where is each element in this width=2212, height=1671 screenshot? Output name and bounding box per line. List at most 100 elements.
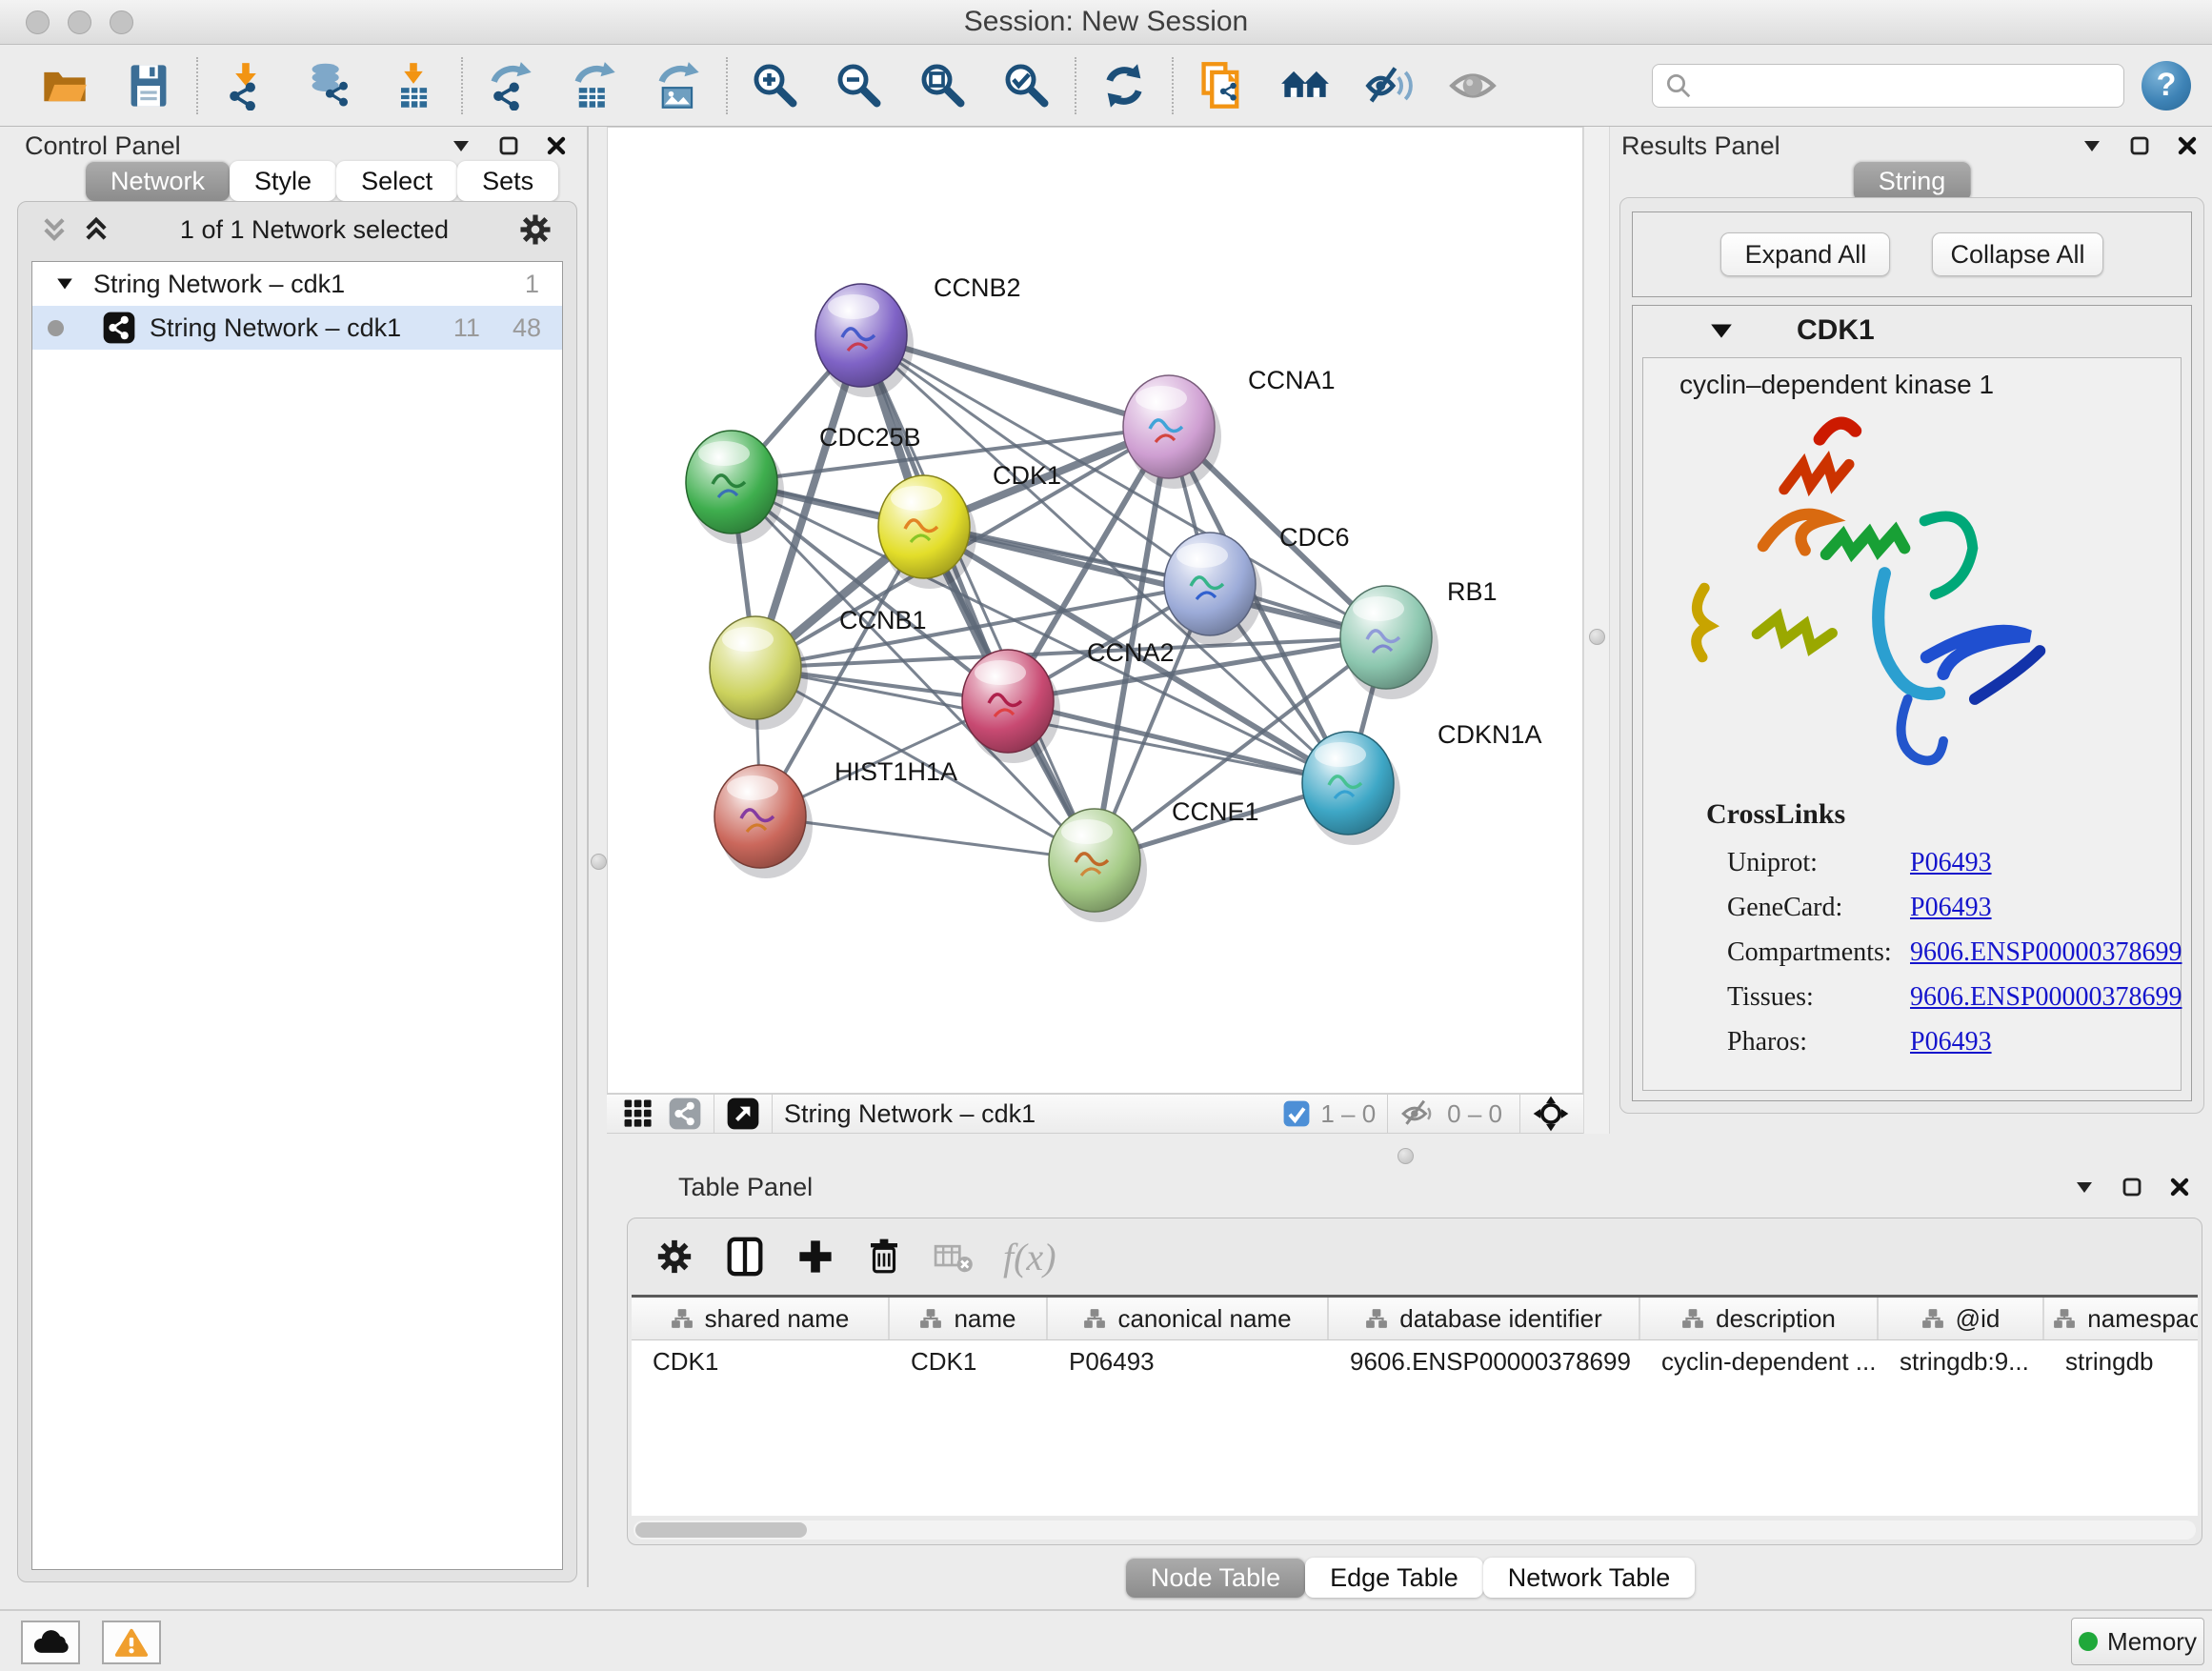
network-collection-row[interactable]: String Network – cdk1 1 — [32, 262, 562, 306]
table-cell[interactable]: cyclin-dependent ... — [1640, 1340, 1879, 1382]
float-panel-icon[interactable] — [2121, 1176, 2143, 1198]
table-cell[interactable]: 9606.ENSP00000378699 — [1329, 1340, 1640, 1382]
network-manager-box: 1 of 1 Network selected String Network –… — [17, 201, 577, 1582]
tree-expand-caret-icon[interactable] — [55, 276, 74, 292]
tab-edge-table[interactable]: Edge Table — [1305, 1558, 1483, 1598]
column-header-name[interactable]: name — [890, 1298, 1048, 1339]
collapse-caret-icon[interactable] — [2081, 134, 2103, 157]
gear-icon[interactable] — [517, 211, 553, 248]
column-header-sharedname[interactable]: shared name — [632, 1298, 890, 1339]
vertical-splitter[interactable] — [1583, 127, 1610, 1134]
warning-button[interactable] — [102, 1621, 161, 1664]
tab-node-table[interactable]: Node Table — [1126, 1558, 1305, 1598]
collapse-all-chevrons-icon[interactable] — [39, 214, 70, 245]
share-view-icon[interactable] — [668, 1097, 702, 1131]
tab-style[interactable]: Style — [230, 161, 336, 201]
tab-sets[interactable]: Sets — [457, 161, 558, 201]
table-hscrollbar-thumb[interactable] — [635, 1522, 807, 1538]
open-session-button[interactable] — [23, 51, 107, 120]
hide-graphics-details-button[interactable] — [1347, 51, 1431, 120]
close-panel-icon[interactable] — [2176, 134, 2199, 157]
export-image-button[interactable] — [636, 51, 720, 120]
collapse-all-button[interactable]: Collapse All — [1932, 232, 2102, 276]
clone-network-button[interactable] — [1179, 51, 1263, 120]
crosslink-link[interactable]: P06493 — [1910, 893, 1992, 923]
export-network-button[interactable] — [469, 51, 553, 120]
show-graphics-details-button[interactable] — [1431, 51, 1515, 120]
column-header-namespace[interactable]: namespace — [2044, 1298, 2198, 1339]
control-panel-tabs: NetworkStyleSelectSets — [86, 161, 558, 201]
collapse-caret-icon[interactable] — [2073, 1176, 2096, 1198]
grid-view-icon[interactable] — [622, 1097, 654, 1130]
table-row[interactable]: CDK1CDK1P064939606.ENSP00000378699cyclin… — [632, 1340, 2198, 1382]
save-session-button[interactable] — [107, 51, 191, 120]
node-CDKN1A[interactable]: CDKN1A — [1302, 720, 1542, 845]
node-HIST1H1A[interactable]: HIST1H1A — [714, 757, 957, 878]
zoom-fit-button[interactable] — [901, 51, 985, 120]
import-network-button[interactable] — [204, 51, 288, 120]
help-button[interactable]: ? — [2142, 61, 2191, 111]
zoom-selected-button[interactable] — [985, 51, 1069, 120]
zoom-out-button[interactable] — [817, 51, 901, 120]
string-network-graph[interactable]: CCNB2 CCNA1 CDC25B CDK1 CDC6 RB1 CCNB1 C… — [608, 128, 1582, 1093]
tab-select[interactable]: Select — [336, 161, 457, 201]
table-cell[interactable]: CDK1 — [890, 1340, 1048, 1382]
open-external-icon[interactable] — [726, 1097, 760, 1131]
crosslink-link[interactable]: P06493 — [1910, 848, 1992, 878]
tab-network-table[interactable]: Network Table — [1483, 1558, 1696, 1598]
hidden-eye-icon[interactable] — [1399, 1097, 1438, 1130]
import-table-button[interactable] — [372, 51, 455, 120]
import-network-database-button[interactable] — [288, 51, 372, 120]
node-table[interactable]: shared namenamecanonical namedatabase id… — [632, 1295, 2198, 1516]
search-input[interactable] — [1693, 66, 2123, 106]
table-cell[interactable]: stringdb — [2044, 1340, 2198, 1382]
expand-all-button[interactable]: Expand All — [1720, 232, 1890, 276]
cloud-button[interactable] — [21, 1621, 80, 1664]
tab-network[interactable]: Network — [86, 161, 230, 201]
crosslink-link[interactable]: 9606.ENSP00000378699 — [1910, 982, 2182, 1013]
table-cell[interactable]: CDK1 — [632, 1340, 890, 1382]
show-columns-icon[interactable] — [723, 1235, 767, 1278]
expand-all-chevrons-icon[interactable] — [81, 214, 111, 245]
entry-caret-icon[interactable] — [1709, 321, 1734, 340]
main-toolbar: ? — [0, 45, 2212, 127]
memory-button[interactable]: Memory — [2071, 1618, 2204, 1665]
column-header-id[interactable]: @id — [1879, 1298, 2044, 1339]
node-CCNA1[interactable]: CCNA1 — [1123, 366, 1336, 489]
node-CCNB2[interactable]: CCNB2 — [815, 273, 1021, 397]
node-CDC6[interactable]: CDC6 — [1164, 523, 1350, 646]
network-row-selected[interactable]: String Network – cdk1 11 48 — [32, 306, 562, 350]
string-home-button[interactable] — [1263, 51, 1347, 120]
export-table-icon — [570, 61, 619, 111]
gene-entry-header[interactable]: CDK1 — [1633, 306, 2191, 355]
tab-string[interactable]: String — [1854, 161, 1971, 201]
node-RB1[interactable]: RB1 — [1340, 577, 1498, 699]
selected-checkbox-icon[interactable] — [1282, 1099, 1311, 1128]
collapse-caret-icon[interactable] — [450, 134, 473, 157]
crosslink-link[interactable]: P06493 — [1910, 1027, 1992, 1057]
birdseye-crosshair-icon[interactable] — [1532, 1095, 1570, 1133]
column-header-canonicalname[interactable]: canonical name — [1048, 1298, 1329, 1339]
horizontal-splitter-handle[interactable] — [1398, 1148, 1414, 1164]
float-panel-icon[interactable] — [2128, 134, 2151, 157]
export-table-button[interactable] — [553, 51, 636, 120]
table-settings-gear-icon[interactable] — [654, 1237, 694, 1277]
float-panel-icon[interactable] — [497, 134, 520, 157]
table-cell[interactable]: P06493 — [1048, 1340, 1329, 1382]
apply-layout-button[interactable] — [1082, 51, 1166, 120]
network-edges[interactable] — [732, 335, 1386, 860]
column-header-databaseidentifier[interactable]: database identifier — [1329, 1298, 1640, 1339]
table-hscrollbar[interactable] — [633, 1520, 2196, 1540]
close-panel-icon[interactable] — [2168, 1176, 2191, 1198]
close-panel-icon[interactable] — [545, 134, 568, 157]
crosslink-link[interactable]: 9606.ENSP00000378699 — [1910, 937, 2182, 968]
zoom-in-button[interactable] — [734, 51, 817, 120]
left-splitter-handle[interactable] — [591, 854, 607, 870]
create-column-plus-icon[interactable] — [795, 1237, 835, 1277]
network-view-canvas[interactable]: CCNB2 CCNA1 CDC25B CDK1 CDC6 RB1 CCNB1 C… — [607, 127, 1583, 1094]
search-box[interactable] — [1652, 64, 2124, 108]
node-CDK1[interactable]: CDK1 — [878, 461, 1061, 589]
delete-column-trash-icon[interactable] — [864, 1237, 904, 1277]
table-cell[interactable]: stringdb:9... — [1879, 1340, 2044, 1382]
column-header-description[interactable]: description — [1640, 1298, 1879, 1339]
